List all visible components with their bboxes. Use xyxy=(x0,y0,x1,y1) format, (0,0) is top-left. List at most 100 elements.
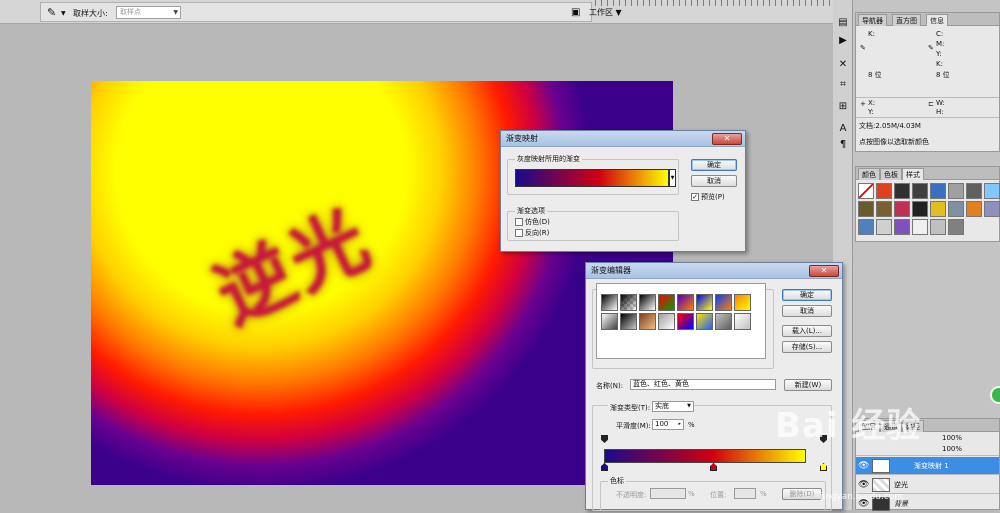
gradient-preset[interactable] xyxy=(620,294,637,311)
eye-icon[interactable]: 👁 xyxy=(858,457,869,475)
gradient-preset[interactable] xyxy=(734,294,751,311)
tab-styles[interactable]: 样式 xyxy=(902,168,924,180)
gradient-preset[interactable] xyxy=(696,313,713,330)
new-button[interactable]: 新建(W) xyxy=(784,379,832,391)
info-c-label: C: xyxy=(936,30,944,38)
style-swatch[interactable] xyxy=(876,219,892,235)
ok-button[interactable]: 确定 xyxy=(782,289,832,301)
close-icon[interactable]: ✕ xyxy=(712,133,742,145)
options-bar: ✎ ▼ 取样大小: 取样点 ▼ ▣ 工作区 ▼ xyxy=(0,0,833,24)
histogram-icon[interactable]: ▤ xyxy=(836,16,850,30)
style-swatch[interactable] xyxy=(966,183,982,199)
style-swatch[interactable] xyxy=(948,201,964,217)
style-swatch[interactable] xyxy=(894,201,910,217)
style-swatch[interactable] xyxy=(930,183,946,199)
name-field[interactable]: 蓝色、红色、黄色 xyxy=(630,379,776,390)
paragraph-icon[interactable]: ¶ xyxy=(836,138,850,152)
info-k2-label: K: xyxy=(936,60,943,68)
gradient-preset[interactable] xyxy=(601,313,618,330)
stop-opacity-label: 不透明度: xyxy=(616,491,647,499)
style-swatch[interactable] xyxy=(930,201,946,217)
gradient-preset[interactable] xyxy=(639,294,656,311)
baidu-watermark: Bai 经验 xyxy=(775,406,922,446)
style-swatch[interactable] xyxy=(984,183,1000,199)
style-swatch[interactable] xyxy=(966,201,982,217)
stepper-icon[interactable]: ▸ xyxy=(678,420,681,429)
gradient-preset[interactable] xyxy=(734,313,751,330)
stop-location-label: 位置: xyxy=(710,491,727,499)
clone-icon[interactable]: ⊞ xyxy=(836,100,850,114)
dither-label: 仿色(D) xyxy=(525,218,550,226)
gradient-preset[interactable] xyxy=(696,294,713,311)
tools-icon[interactable]: ✕ xyxy=(836,58,850,72)
gradient-preset[interactable] xyxy=(658,313,675,330)
tab-histogram[interactable]: 直方图 xyxy=(892,14,921,26)
gradient-preset[interactable] xyxy=(677,313,694,330)
gradient-options-label: 渐变选项 xyxy=(515,206,547,216)
dialog-title-text: 渐变映射 xyxy=(506,134,538,143)
character-icon[interactable]: A xyxy=(836,122,850,136)
gradient-preset[interactable] xyxy=(677,294,694,311)
style-swatch[interactable] xyxy=(858,219,874,235)
style-swatch[interactable] xyxy=(948,183,964,199)
tab-navigator[interactable]: 导航器 xyxy=(858,14,887,26)
brush-icon[interactable]: ⌗ xyxy=(836,78,850,92)
smooth-field[interactable]: 100 ▸ xyxy=(652,419,684,430)
cancel-button[interactable]: 取消 xyxy=(782,305,832,317)
gradient-preset[interactable] xyxy=(620,313,637,330)
gradient-preset[interactable] xyxy=(639,313,656,330)
smooth-label: 平滑度(M): xyxy=(616,422,651,430)
style-swatch[interactable] xyxy=(876,183,892,199)
canvas-text: 逆光 xyxy=(202,192,386,342)
gradient-preset[interactable] xyxy=(715,294,732,311)
style-swatch[interactable] xyxy=(984,201,1000,217)
dither-checkbox[interactable]: 仿色(D) xyxy=(515,218,550,227)
style-swatch[interactable] xyxy=(894,219,910,235)
tab-info[interactable]: 信息 xyxy=(926,14,948,26)
style-swatch-grid xyxy=(858,183,1000,235)
adjustment-thumb xyxy=(872,459,890,473)
camera-icon[interactable]: ▣ xyxy=(571,7,585,19)
info-k-label: K: xyxy=(868,30,875,38)
layer-row-gradient-map[interactable]: 👁 渐变映射 1 xyxy=(856,457,999,475)
sample-size-select[interactable]: 取样点 ▼ xyxy=(116,6,181,19)
gradient-bar[interactable] xyxy=(604,449,806,463)
style-swatch[interactable] xyxy=(930,219,946,235)
delete-button: 删除(D) xyxy=(782,488,822,500)
gradient-preset[interactable] xyxy=(658,294,675,311)
opacity-value[interactable]: 100% xyxy=(942,434,962,442)
style-swatch[interactable] xyxy=(912,219,928,235)
gradient-preview-bar[interactable] xyxy=(515,169,669,187)
gradient-preset[interactable] xyxy=(601,294,618,311)
gradient-map-dialog: 渐变映射 ✕ 灰度映射所用的渐变 ▼ 渐变选项 仿色(D) 反向(R) 确定 取消… xyxy=(500,130,746,252)
gradient-preset[interactable] xyxy=(715,313,732,330)
tab-color[interactable]: 颜色 xyxy=(858,168,880,180)
style-swatch[interactable] xyxy=(948,219,964,235)
tab-swatches[interactable]: 色板 xyxy=(880,168,902,180)
type-select[interactable]: 实底 ▼ xyxy=(652,401,694,412)
eyedropper-tool-icon[interactable]: ✎ ▼ xyxy=(47,6,66,19)
reverse-checkbox[interactable]: 反向(R) xyxy=(515,229,549,238)
preview-label: 预览(P) xyxy=(701,193,725,201)
workspace-button[interactable]: 工作区 ▼ xyxy=(589,6,627,20)
reverse-label: 反向(R) xyxy=(525,229,550,237)
preview-checkbox[interactable]: ✓ 预览(P) xyxy=(691,193,725,202)
style-swatch[interactable] xyxy=(894,183,910,199)
info-panel-tabs: 导航器 直方图 信息 xyxy=(856,13,999,26)
fill-value[interactable]: 100% xyxy=(942,445,962,453)
cancel-button[interactable]: 取消 xyxy=(691,175,737,187)
style-swatch[interactable] xyxy=(858,183,874,199)
gradient-dropdown-icon[interactable]: ▼ xyxy=(669,169,676,187)
close-icon[interactable]: ✕ xyxy=(809,265,839,277)
stop-location-field xyxy=(734,488,756,499)
actions-icon[interactable]: ▶ xyxy=(836,34,850,48)
gradient-editor-dialog: 渐变编辑器✕ 预设 ▸ 确定 取消 载入(L)... 存储(S)... 名称(N… xyxy=(585,262,843,511)
load-button[interactable]: 载入(L)... xyxy=(782,325,832,337)
save-button[interactable]: 存储(S)... xyxy=(782,341,832,353)
style-swatch[interactable] xyxy=(858,201,874,217)
ok-button[interactable]: 确定 xyxy=(691,159,737,171)
preset-grid xyxy=(601,294,751,330)
style-swatch[interactable] xyxy=(912,201,928,217)
style-swatch[interactable] xyxy=(876,201,892,217)
style-swatch[interactable] xyxy=(912,183,928,199)
